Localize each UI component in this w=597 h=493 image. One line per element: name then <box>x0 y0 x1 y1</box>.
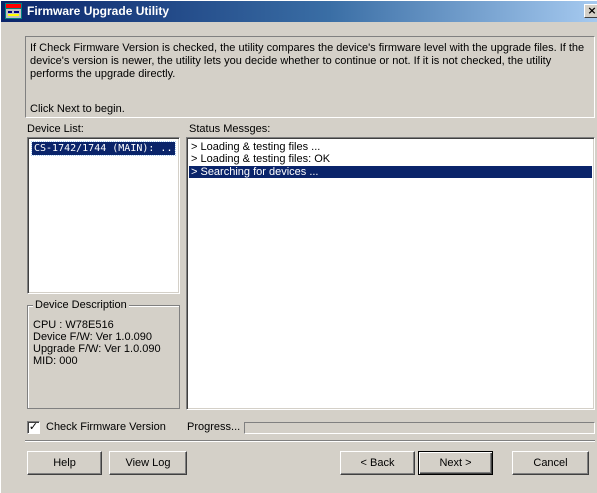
device-description-title: Device Description <box>33 299 129 311</box>
device-list-item[interactable]: CS-1742/1744 (MAIN): ... <box>31 141 176 156</box>
next-button[interactable]: Next > <box>418 451 493 475</box>
mid-line: MID: 000 <box>33 355 78 367</box>
view-log-button[interactable]: View Log <box>109 451 187 475</box>
device-fw-line: Device F/W: Ver 1.0.090 <box>33 331 153 343</box>
status-message-item-selected[interactable]: > Searching for devices ... <box>189 166 592 178</box>
back-button[interactable]: < Back <box>340 451 415 475</box>
check-firmware-checkbox[interactable]: ✓ <box>27 421 40 434</box>
checkmark-icon: ✓ <box>28 420 39 433</box>
device-list-label: Device List: <box>27 123 84 135</box>
firmware-upgrade-window: Firmware Upgrade Utility × If Check Firm… <box>0 0 597 493</box>
close-icon: × <box>587 4 597 17</box>
device-list[interactable]: CS-1742/1744 (MAIN): ... <box>27 137 180 294</box>
title-bar[interactable]: Firmware Upgrade Utility × <box>1 1 597 22</box>
button-separator <box>25 440 595 442</box>
next-hint-text: Click Next to begin. <box>30 103 125 115</box>
cancel-button[interactable]: Cancel <box>512 451 589 475</box>
status-message-item[interactable]: > Loading & testing files: OK <box>189 153 592 165</box>
instructions-panel: If Check Firmware Version is checked, th… <box>25 36 595 118</box>
progress-label: Progress... <box>187 421 241 433</box>
instructions-text: If Check Firmware Version is checked, th… <box>30 42 585 80</box>
window-title: Firmware Upgrade Utility <box>27 4 170 18</box>
help-button[interactable]: Help <box>27 451 102 475</box>
upgrade-fw-line: Upgrade F/W: Ver 1.0.090 <box>33 343 161 355</box>
cpu-line: CPU : W78E516 <box>33 319 114 331</box>
close-button[interactable]: × <box>584 4 597 18</box>
status-messages-list[interactable]: > Loading & testing files ... > Loading … <box>186 137 595 410</box>
device-description-lines: CPU : W78E516 Device F/W: Ver 1.0.090 Up… <box>33 319 161 367</box>
app-window-icon <box>5 3 22 19</box>
progress-bar <box>244 422 595 434</box>
check-firmware-label[interactable]: Check Firmware Version <box>46 421 166 433</box>
status-messages-label: Status Messges: <box>189 123 271 135</box>
status-message-item[interactable]: > Loading & testing files ... <box>189 141 592 153</box>
